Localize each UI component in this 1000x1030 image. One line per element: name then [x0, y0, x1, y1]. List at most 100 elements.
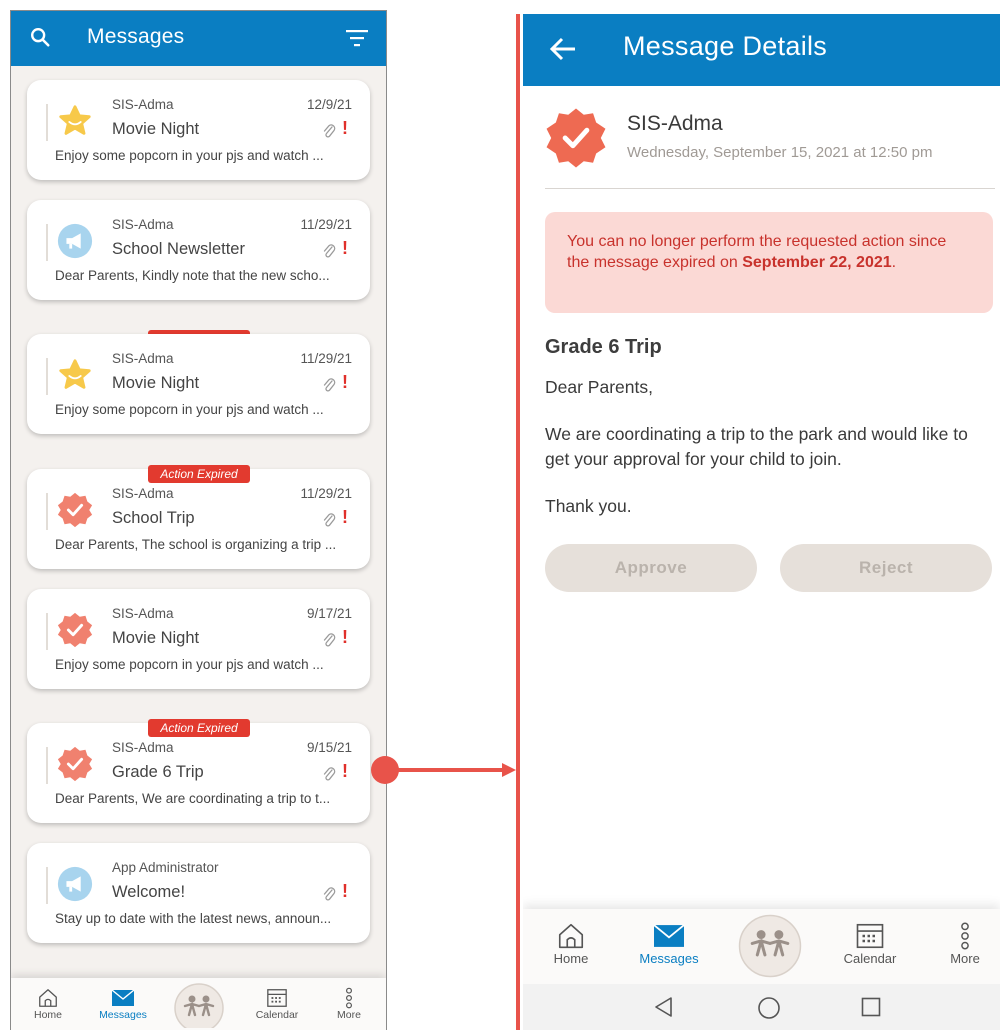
message-subject: Movie Night: [112, 629, 200, 647]
nav-home-label: Home: [33, 1009, 62, 1021]
message-card[interactable]: SIS-Adma 9/17/21 Movie Night ! Enjoy som…: [27, 589, 370, 689]
message-card[interactable]: SIS-Adma 9/15/21 Grade 6 Trip ! Dear Par…: [27, 723, 370, 823]
message-preview: Enjoy some popcorn in your pjs and watch…: [55, 148, 324, 163]
priority-icon: !: [342, 761, 348, 781]
check-badge-icon: [57, 492, 93, 528]
body-closing: Thank you.: [545, 496, 632, 516]
message-body: Dear Parents, We are coordinating a trip…: [545, 375, 995, 541]
message-card[interactable]: App Administrator Welcome! ! Stay up to …: [27, 843, 370, 943]
approve-button[interactable]: Approve: [545, 544, 757, 592]
attachment-icon: [323, 887, 336, 901]
message-date: 11/29/21: [300, 217, 352, 232]
message-subject: Grade 6 Trip: [545, 336, 662, 358]
nav-center-logo[interactable]: [735, 913, 805, 979]
nav-messages-label: Messages: [99, 1009, 147, 1021]
attachment-icon: [323, 244, 336, 258]
nav-center-logo[interactable]: [172, 982, 226, 1028]
check-badge-icon: [57, 746, 93, 782]
page-title: Message Details: [623, 31, 828, 61]
message-preview: Dear Parents, The school is organizing a…: [55, 537, 337, 552]
attachment-icon: [323, 767, 336, 781]
message-card[interactable]: SIS-Adma 12/9/21 Movie Night ! Enjoy som…: [27, 80, 370, 180]
message-preview: Dear Parents, Kindly note that the new s…: [55, 268, 330, 283]
nav-messages[interactable]: Messages: [633, 921, 705, 966]
expired-alert-date: September 22, 2021: [742, 254, 892, 271]
reject-button[interactable]: Reject: [780, 544, 992, 592]
nav-more-label: More: [337, 1009, 361, 1021]
action-expired-badge: Action Expired: [148, 465, 250, 483]
nav-home[interactable]: Home: [549, 921, 593, 966]
message-date: 9/15/21: [306, 740, 352, 755]
message-card[interactable]: SIS-Adma 11/29/21 Movie Night ! Enjoy so…: [27, 334, 370, 434]
nav-home-label: Home: [553, 951, 589, 966]
expired-alert: You can no longer perform the requested …: [545, 212, 993, 313]
detail-border: [516, 14, 520, 1030]
priority-icon: !: [342, 372, 348, 392]
attachment-icon: [323, 513, 336, 527]
nav-messages-label: Messages: [639, 951, 699, 966]
system-home-icon[interactable]: [757, 996, 781, 1020]
calendar-icon: [856, 923, 884, 949]
star-icon: [59, 359, 91, 389]
megaphone-icon: [57, 866, 93, 902]
message-sender: SIS-Adma: [112, 351, 174, 366]
attachment-icon: [323, 633, 336, 647]
message-datetime: Wednesday, September 15, 2021 at 12:50 p…: [627, 144, 933, 161]
kids-logo-icon: [738, 914, 802, 978]
nav-calendar[interactable]: Calendar: [837, 921, 903, 966]
nav-calendar-label: Calendar: [843, 951, 897, 966]
system-back-icon[interactable]: [653, 996, 675, 1018]
star-icon: [59, 105, 91, 135]
action-expired-badge: Action Expired: [148, 719, 250, 737]
message-preview: Enjoy some popcorn in your pjs and watch…: [55, 657, 324, 672]
message-subject: School Newsletter: [112, 240, 245, 258]
check-badge-icon: [57, 612, 93, 648]
priority-icon: !: [342, 507, 348, 527]
messages-header: Messages: [11, 11, 386, 66]
check-badge-icon: [546, 108, 606, 168]
body-greeting: Dear Parents,: [545, 377, 653, 397]
nav-messages[interactable]: Messages: [95, 987, 151, 1021]
divider: [46, 224, 48, 261]
message-sender: SIS-Adma: [112, 486, 174, 501]
nav-more[interactable]: More: [943, 921, 987, 966]
messages-screen: Messages SIS-Adma 12/9/21 Movie Night ! …: [10, 10, 387, 1030]
message-card[interactable]: SIS-Adma 11/29/21 School Trip ! Dear Par…: [27, 469, 370, 569]
attachment-icon: [323, 124, 336, 138]
search-icon[interactable]: [29, 26, 51, 48]
message-preview: Stay up to date with the latest news, an…: [55, 911, 332, 926]
more-icon: [961, 922, 969, 950]
system-recents-icon[interactable]: [861, 997, 881, 1017]
envelope-icon: [653, 924, 685, 947]
message-sender: App Administrator: [112, 860, 219, 875]
nav-home[interactable]: Home: [29, 987, 67, 1021]
nav-more[interactable]: More: [331, 987, 367, 1021]
bottom-nav: Home Messages Calendar More: [11, 978, 386, 1030]
message-card[interactable]: SIS-Adma 11/29/21 School Newsletter ! De…: [27, 200, 370, 300]
back-arrow-icon[interactable]: [549, 36, 577, 62]
priority-icon: !: [342, 627, 348, 647]
nav-calendar[interactable]: Calendar: [251, 987, 303, 1021]
connector-arrow: [371, 756, 516, 784]
divider: [46, 493, 48, 530]
divider: [46, 358, 48, 395]
message-subject: Grade 6 Trip: [112, 763, 204, 781]
filter-icon[interactable]: [346, 29, 368, 47]
message-sender: SIS-Adma: [112, 97, 174, 112]
message-sender: SIS-Adma: [112, 606, 174, 621]
bottom-nav: Home Messages Calendar More: [523, 909, 1000, 984]
megaphone-icon: [57, 223, 93, 259]
body-paragraph: We are coordinating a trip to the park a…: [545, 424, 968, 469]
message-date: 11/29/21: [300, 486, 352, 501]
message-sender: SIS-Adma: [112, 740, 174, 755]
divider: [46, 613, 48, 650]
nav-more-label: More: [950, 951, 980, 966]
message-subject: Movie Night: [112, 374, 200, 392]
message-subject: Welcome!: [112, 883, 186, 901]
priority-icon: !: [342, 881, 348, 901]
system-nav-bar: [523, 984, 1000, 1030]
priority-icon: !: [342, 118, 348, 138]
message-details-screen: Message Details SIS-Adma Wednesday, Sept…: [523, 14, 1000, 1030]
priority-icon: !: [342, 238, 348, 258]
nav-calendar-label: Calendar: [255, 1009, 299, 1021]
